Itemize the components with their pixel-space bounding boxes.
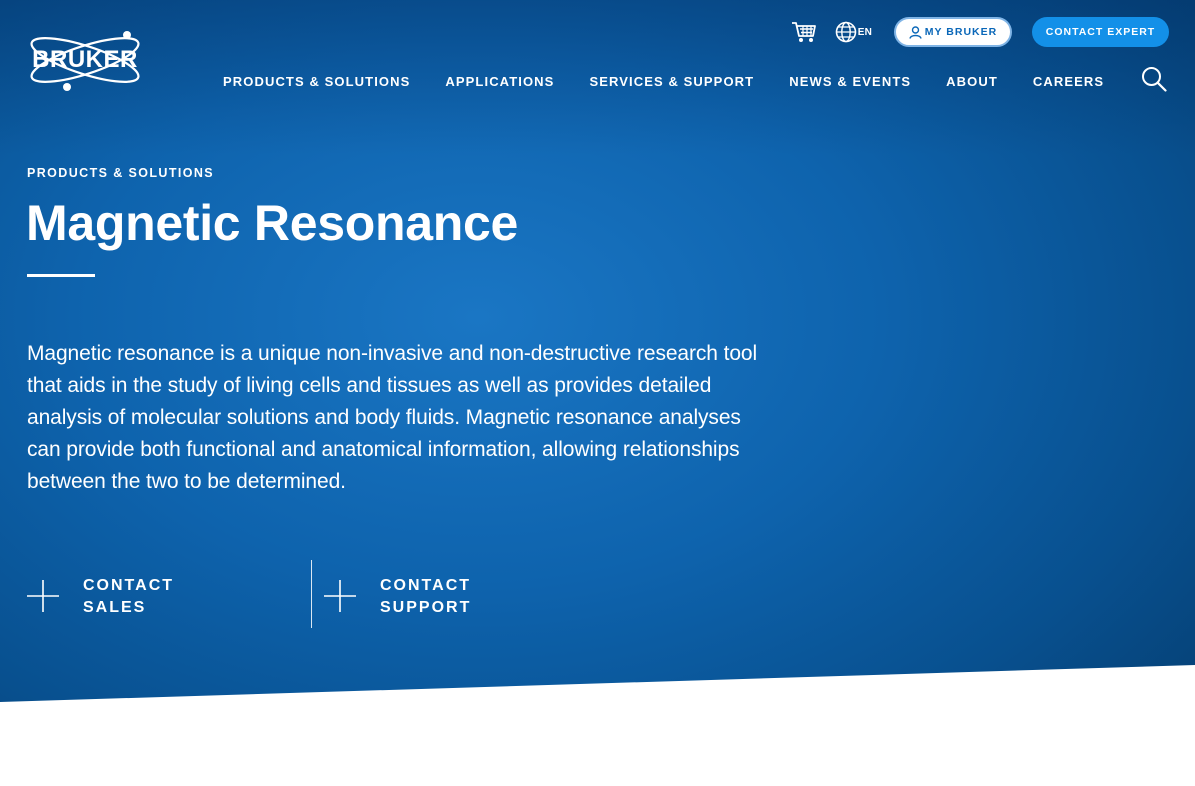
cart-button[interactable] xyxy=(789,16,819,48)
contact-sales-label: CONTACT SALES xyxy=(83,577,175,616)
cart-icon xyxy=(791,22,816,42)
nav-services-support[interactable]: SERVICES & SUPPORT xyxy=(589,72,754,92)
language-selector[interactable]: EN xyxy=(835,16,872,48)
language-label: EN xyxy=(857,26,872,38)
cta-divider xyxy=(311,560,312,628)
main-navigation: PRODUCTS & SOLUTIONS APPLICATIONS SERVIC… xyxy=(223,72,1139,92)
nav-about[interactable]: ABOUT xyxy=(946,72,998,92)
bruker-logo[interactable]: BRUKER xyxy=(26,28,144,92)
hero-description: Magnetic resonance is a unique non-invas… xyxy=(27,342,758,493)
contact-support-link[interactable]: CONTACT SUPPORT xyxy=(324,560,490,619)
contact-support-label: CONTACT SUPPORT xyxy=(380,577,472,616)
title-underline xyxy=(27,274,95,277)
contact-sales-link[interactable]: CONTACT SALES xyxy=(27,560,213,619)
search-icon xyxy=(1142,67,1167,92)
user-icon xyxy=(909,25,922,39)
page-title: Magnetic Resonance xyxy=(26,195,518,251)
plus-icon xyxy=(27,580,59,612)
plus-icon xyxy=(324,580,356,612)
my-bruker-label: MY BRUKER xyxy=(924,26,998,38)
nav-products-solutions[interactable]: PRODUCTS & SOLUTIONS xyxy=(223,72,410,92)
nav-applications[interactable]: APPLICATIONS xyxy=(445,72,554,92)
globe-icon xyxy=(835,21,857,43)
breadcrumb-eyebrow[interactable]: PRODUCTS & SOLUTIONS xyxy=(27,166,214,180)
contact-expert-label: CONTACT EXPERT xyxy=(1045,26,1156,38)
utility-bar: EN MY BRUKER CONTACT EXPERT xyxy=(789,16,1169,48)
my-bruker-button[interactable]: MY BRUKER xyxy=(894,17,1012,47)
logo-wordmark: BRUKER xyxy=(32,46,138,73)
search-button[interactable] xyxy=(1141,66,1167,92)
nav-news-events[interactable]: NEWS & EVENTS xyxy=(789,72,911,92)
nav-careers[interactable]: CAREERS xyxy=(1033,72,1104,92)
contact-expert-button[interactable]: CONTACT EXPERT xyxy=(1032,17,1169,47)
